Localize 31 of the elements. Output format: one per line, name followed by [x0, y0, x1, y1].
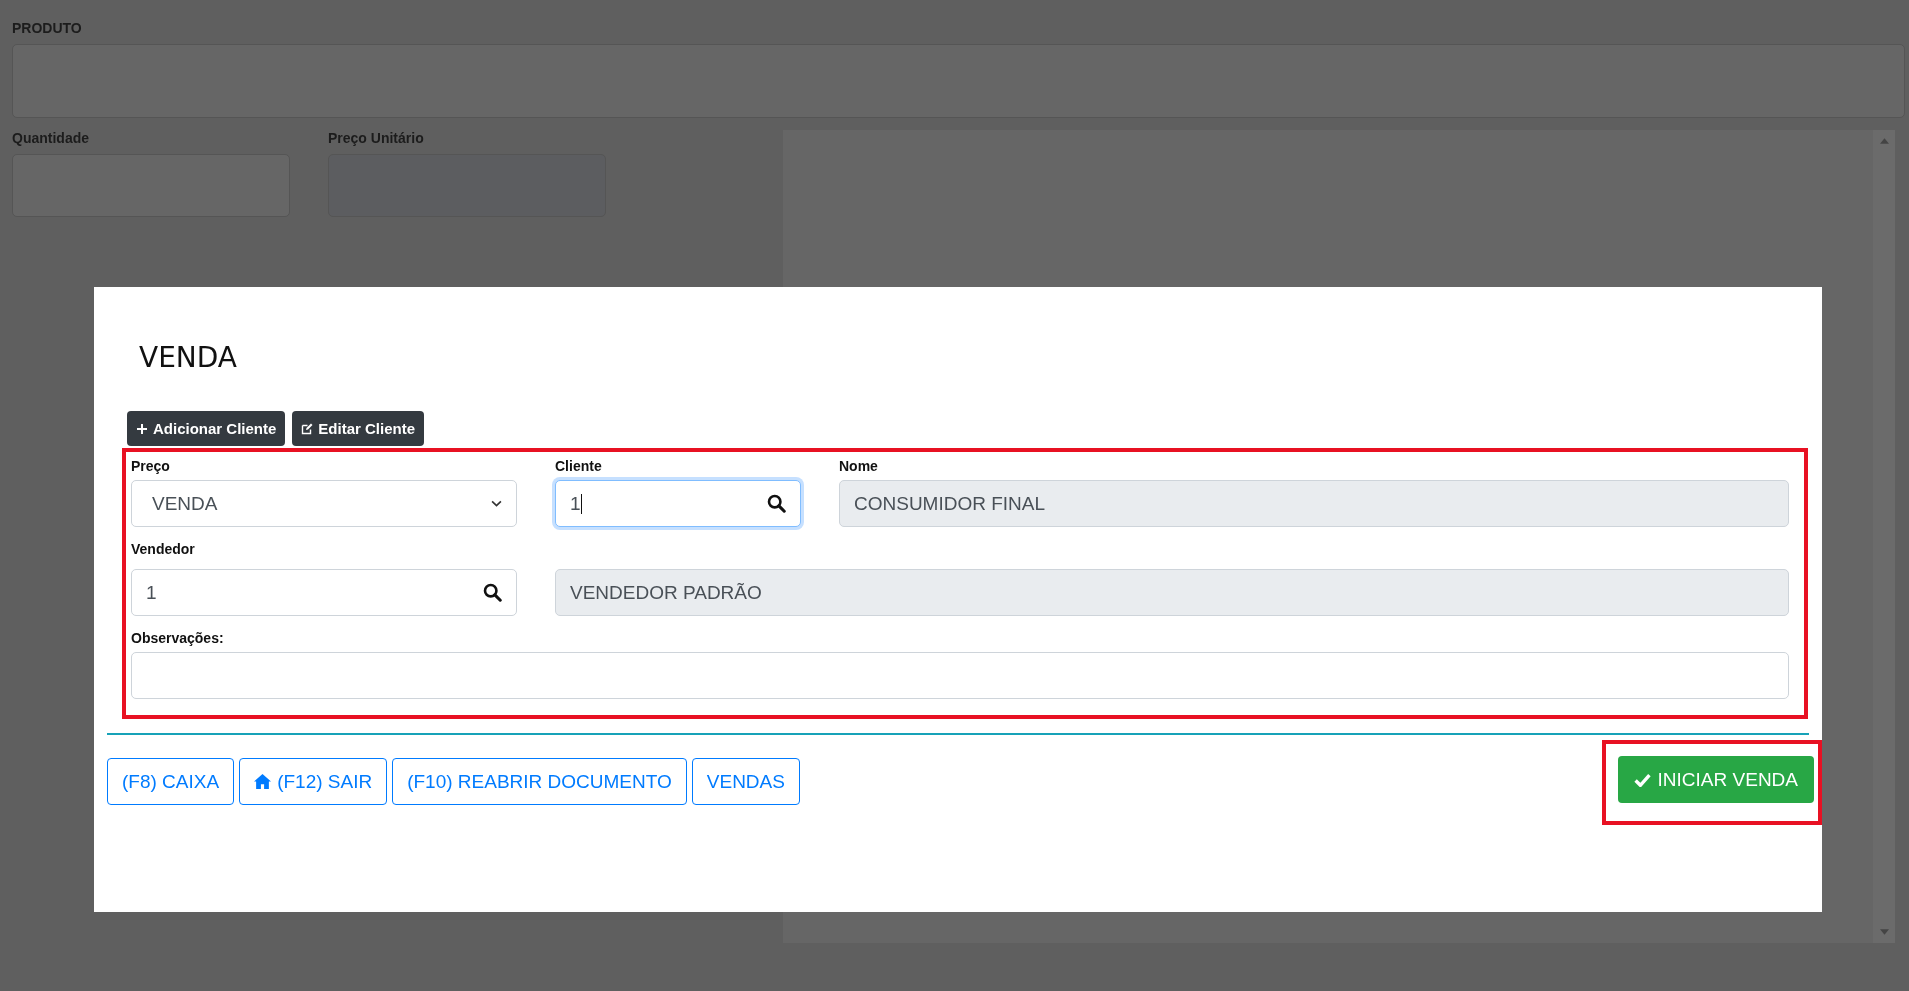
- field-label: PRODUTO: [12, 20, 83, 36]
- modal-title: VENDA: [139, 341, 238, 374]
- home-icon: [254, 774, 272, 789]
- field-label: Cliente: [555, 458, 603, 476]
- footer-button[interactable]: (F12) SAIR: [239, 758, 388, 805]
- field-label: Preço Unitário: [328, 130, 425, 146]
- field-label: Observações:: [131, 630, 225, 648]
- edit-icon: [301, 422, 314, 435]
- field-label: Vendedor: [131, 541, 196, 559]
- search-icon: [767, 494, 786, 513]
- input-field: VENDEDOR PADRÃO: [555, 569, 1789, 616]
- field-label: Quantidade: [12, 130, 90, 146]
- client-button[interactable]: Adicionar Cliente: [127, 411, 286, 446]
- search-field[interactable]: 1: [555, 480, 801, 527]
- scroll-up-arrow-icon[interactable]: [1879, 138, 1889, 144]
- footer-button[interactable]: VENDAS: [691, 758, 800, 805]
- client-button[interactable]: Editar Cliente: [292, 411, 425, 446]
- check-icon: [1633, 772, 1651, 787]
- footer-button[interactable]: (F10) REABRIR DOCUMENTO: [392, 758, 687, 805]
- plus-icon: [136, 422, 148, 435]
- footer-button[interactable]: (F8) CAIXA: [107, 758, 235, 805]
- scrollbar[interactable]: [1873, 130, 1895, 943]
- search-field[interactable]: 1: [131, 569, 517, 616]
- field-label: Preço: [131, 458, 171, 476]
- scroll-down-arrow-icon[interactable]: [1879, 929, 1889, 935]
- price-select[interactable]: VENDA: [131, 480, 517, 527]
- field-label: Nome: [839, 458, 879, 476]
- input-field: CONSUMIDOR FINAL: [839, 480, 1789, 527]
- chevron-down-icon: [491, 500, 502, 507]
- search-icon: [483, 583, 502, 602]
- notes-field[interactable]: [131, 652, 1789, 699]
